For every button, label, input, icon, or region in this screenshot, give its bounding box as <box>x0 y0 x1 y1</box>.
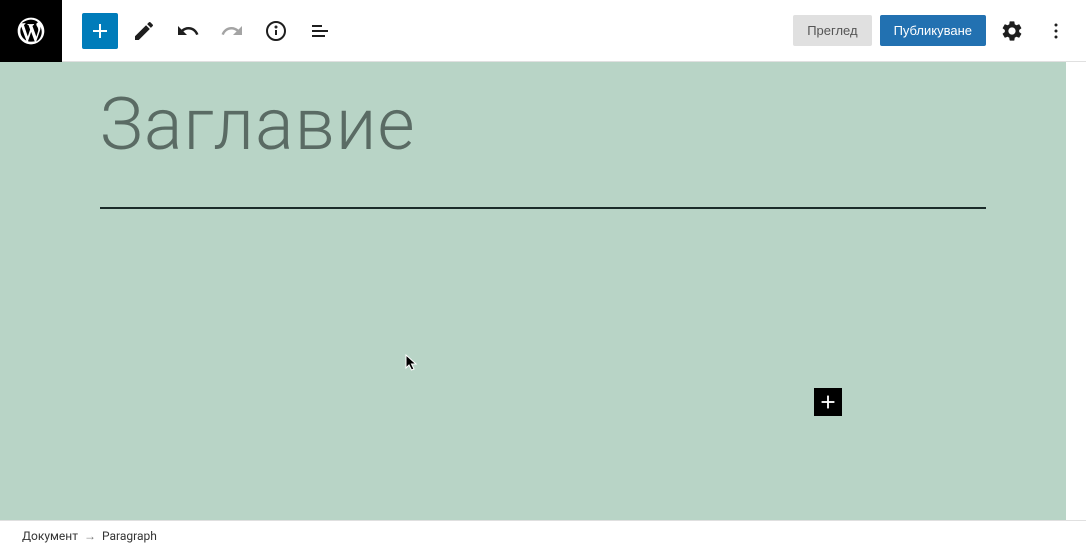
outline-button[interactable] <box>302 13 338 49</box>
breadcrumb-current[interactable]: Paragraph <box>102 529 157 543</box>
publish-button[interactable]: Публикуване <box>880 15 986 46</box>
toolbar-right-group: Преглед Публикуване <box>793 13 1086 49</box>
mouse-cursor-icon <box>405 354 419 372</box>
editor-canvas[interactable]: Заглавие <box>0 62 1086 520</box>
top-toolbar: Преглед Публикуване <box>0 0 1086 62</box>
wordpress-icon <box>15 15 47 47</box>
plus-icon <box>817 391 839 413</box>
edit-tools-button[interactable] <box>126 13 162 49</box>
add-block-button[interactable] <box>82 13 118 49</box>
breadcrumb-root[interactable]: Документ <box>22 529 78 543</box>
gear-icon <box>1000 19 1024 43</box>
settings-button[interactable] <box>994 13 1030 49</box>
info-button[interactable] <box>258 13 294 49</box>
post-title-input[interactable]: Заглавие <box>100 82 986 167</box>
info-icon <box>264 19 288 43</box>
more-options-button[interactable] <box>1038 13 1074 49</box>
undo-button[interactable] <box>170 13 206 49</box>
outline-icon <box>308 19 332 43</box>
pencil-icon <box>132 19 156 43</box>
breadcrumb-bar: Документ → Paragraph <box>0 520 1086 550</box>
undo-icon <box>176 19 200 43</box>
preview-button[interactable]: Преглед <box>793 15 871 46</box>
toolbar-left-group <box>62 13 338 49</box>
wordpress-logo[interactable] <box>0 0 62 62</box>
redo-icon <box>220 19 244 43</box>
inline-add-block-button[interactable] <box>814 388 842 416</box>
separator-block[interactable] <box>100 207 986 209</box>
redo-button[interactable] <box>214 13 250 49</box>
plus-icon <box>88 19 112 43</box>
kebab-icon <box>1044 19 1068 43</box>
editor-content: Заглавие <box>0 62 1086 289</box>
chevron-right-icon: → <box>84 529 96 543</box>
